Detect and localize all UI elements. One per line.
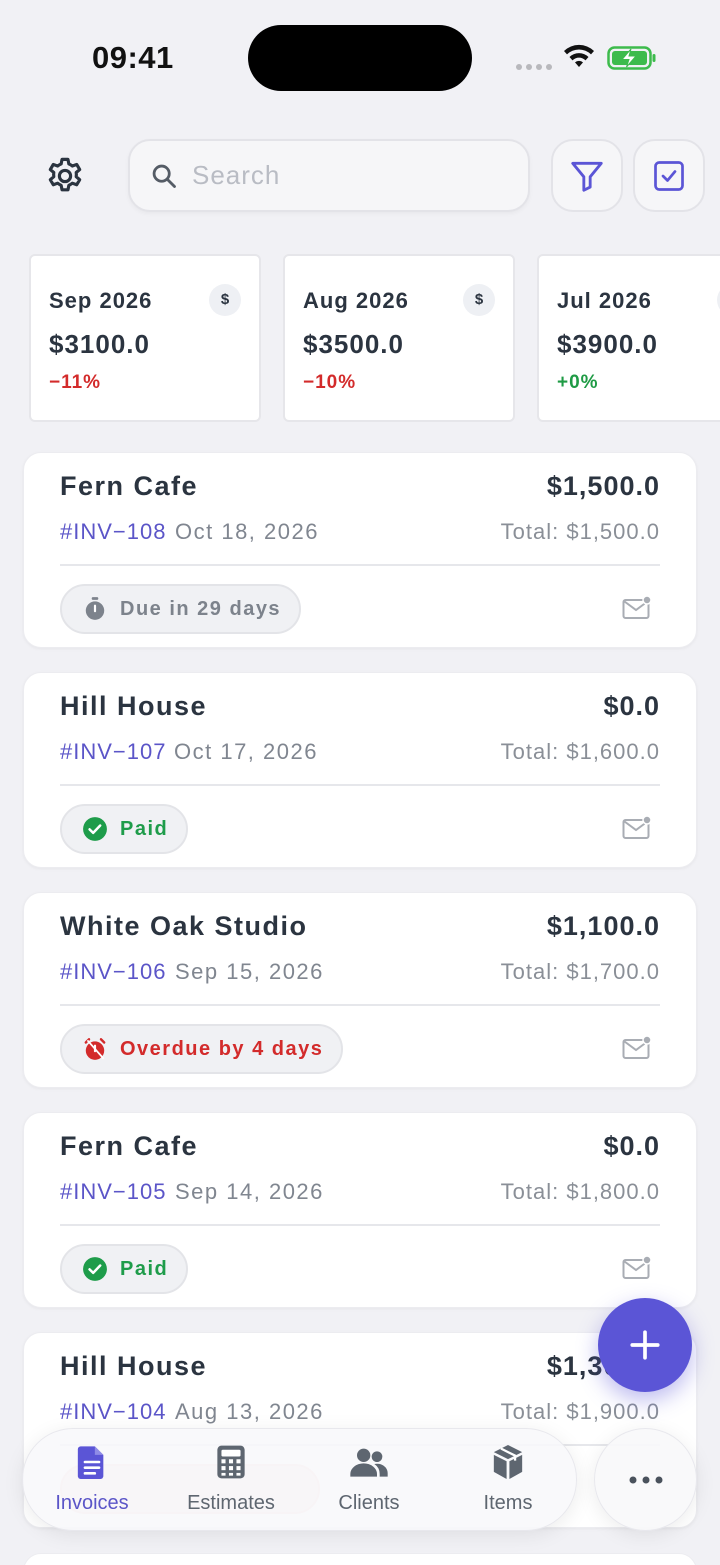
invoice-card[interactable]: White Oak Studio $1,100.0 #INV−106 Sep 1… xyxy=(23,892,697,1088)
tab-estimates[interactable]: Estimates xyxy=(162,1429,300,1532)
summary-amount: $3100.0 xyxy=(49,329,150,359)
tab-invoices[interactable]: Invoices xyxy=(23,1429,161,1532)
summary-amount: $3500.0 xyxy=(303,329,404,359)
status-badge: Paid xyxy=(60,1244,189,1294)
invoice-balance: $1,100.0 xyxy=(546,911,660,941)
summary-month: Sep 2026 xyxy=(49,288,153,313)
mail-icon[interactable] xyxy=(622,1035,652,1061)
mail-icon[interactable] xyxy=(622,815,652,841)
summary-card[interactable]: Jul 2026 $ $3900.0 +0% xyxy=(537,254,720,422)
divider xyxy=(60,784,660,786)
filter-icon xyxy=(571,161,603,192)
status-label: Paid xyxy=(120,817,169,840)
search-icon xyxy=(152,164,176,188)
settings-gear-icon[interactable] xyxy=(44,155,86,197)
overdue-timer-icon xyxy=(84,1038,106,1060)
invoice-balance: $1,500.0 xyxy=(546,471,660,501)
invoice-client: Fern Cafe xyxy=(60,1131,199,1161)
dollar-icon: $ xyxy=(209,284,241,316)
invoice-date: Sep 14, 2026 xyxy=(175,1179,324,1204)
add-invoice-button[interactable] xyxy=(598,1298,692,1392)
invoice-number: #INV−108 xyxy=(60,519,167,544)
summary-month: Jul 2026 xyxy=(557,288,652,313)
filter-button[interactable] xyxy=(551,139,623,212)
divider xyxy=(60,564,660,566)
invoice-client: Hill House xyxy=(60,1351,208,1381)
users-icon xyxy=(350,1448,388,1477)
more-button[interactable] xyxy=(594,1428,697,1531)
invoice-date: Oct 18, 2026 xyxy=(175,519,319,544)
invoice-client: Hill House xyxy=(60,691,208,721)
invoice-card[interactable]: Fern Cafe $1,500.0 #INV−108 Oct 18, 2026… xyxy=(23,452,697,648)
more-icon xyxy=(629,1476,662,1483)
check-circle-icon xyxy=(83,1257,107,1281)
divider xyxy=(60,1224,660,1226)
invoice-total: Total: $1,800.0 xyxy=(500,1179,660,1204)
cellular-signal-icon xyxy=(516,64,552,70)
invoice-number: #INV−105 xyxy=(60,1179,167,1204)
tab-items[interactable]: Items xyxy=(439,1429,577,1532)
mail-icon[interactable] xyxy=(622,595,652,621)
summary-change: −11% xyxy=(49,372,102,393)
tab-label: Estimates xyxy=(187,1492,275,1514)
search-bar[interactable] xyxy=(128,139,530,212)
invoice-balance: $0.0 xyxy=(603,691,660,721)
monthly-summary-carousel[interactable]: Sep 2026 $ $3100.0 −11% Aug 2026 $ $3500… xyxy=(29,254,720,422)
invoice-card[interactable]: Fern Cafe $0.0 #INV−105 Sep 14, 2026 Tot… xyxy=(23,1112,697,1308)
check-circle-icon xyxy=(83,817,107,841)
select-mode-button[interactable] xyxy=(633,139,705,212)
search-input[interactable] xyxy=(192,141,512,210)
summary-change: +0% xyxy=(557,372,599,393)
invoice-client: White Oak Studio xyxy=(60,911,308,941)
box-icon xyxy=(493,1445,523,1479)
invoice-number: #INV−107 xyxy=(60,739,167,764)
invoice-total: Total: $1,600.0 xyxy=(500,739,660,764)
tab-label: Clients xyxy=(338,1492,400,1514)
invoice-date: Aug 13, 2026 xyxy=(175,1399,324,1424)
document-icon xyxy=(77,1446,104,1479)
status-label: Paid xyxy=(120,1257,169,1280)
invoice-client: Fern Cafe xyxy=(60,471,199,501)
status-badge: Paid xyxy=(60,804,189,854)
status-badge: Overdue by 4 days xyxy=(60,1024,344,1074)
bottom-tab-bar: Invoices Estimates Clients Items xyxy=(22,1428,577,1531)
invoice-number: #INV−106 xyxy=(60,959,167,984)
calculator-icon xyxy=(217,1445,245,1479)
checkbox-icon xyxy=(654,160,684,191)
invoice-card[interactable] xyxy=(23,1553,697,1565)
wifi-icon xyxy=(564,44,594,67)
summary-card[interactable]: Sep 2026 $ $3100.0 −11% xyxy=(29,254,261,422)
dollar-icon: $ xyxy=(463,284,495,316)
status-time: 09:41 xyxy=(92,40,174,75)
invoice-date: Oct 17, 2026 xyxy=(174,739,318,764)
status-bar: 09:41 xyxy=(0,0,720,110)
invoice-card[interactable]: Hill House $0.0 #INV−107 Oct 17, 2026 To… xyxy=(23,672,697,868)
invoice-balance: $0.0 xyxy=(603,1131,660,1161)
tab-label: Items xyxy=(483,1492,533,1514)
status-label: Due in 29 days xyxy=(120,597,282,620)
summary-month: Aug 2026 xyxy=(303,288,409,313)
dynamic-island xyxy=(248,25,472,91)
tab-label: Invoices xyxy=(55,1492,129,1514)
invoice-total: Total: $1,700.0 xyxy=(500,959,660,984)
summary-card[interactable]: Aug 2026 $ $3500.0 −10% xyxy=(283,254,515,422)
summary-amount: $3900.0 xyxy=(557,329,658,359)
invoice-total: Total: $1,500.0 xyxy=(500,519,660,544)
invoice-date: Sep 15, 2026 xyxy=(175,959,324,984)
battery-charging-icon xyxy=(607,46,656,70)
summary-change: −10% xyxy=(303,372,357,393)
stopwatch-icon xyxy=(85,597,105,620)
tab-clients[interactable]: Clients xyxy=(300,1429,438,1532)
divider xyxy=(60,1004,660,1006)
status-label: Overdue by 4 days xyxy=(120,1037,324,1060)
status-badge: Due in 29 days xyxy=(60,584,302,634)
mail-icon[interactable] xyxy=(622,1255,652,1281)
invoice-number: #INV−104 xyxy=(60,1399,167,1424)
invoice-total: Total: $1,900.0 xyxy=(500,1399,660,1424)
plus-icon xyxy=(630,1330,660,1360)
